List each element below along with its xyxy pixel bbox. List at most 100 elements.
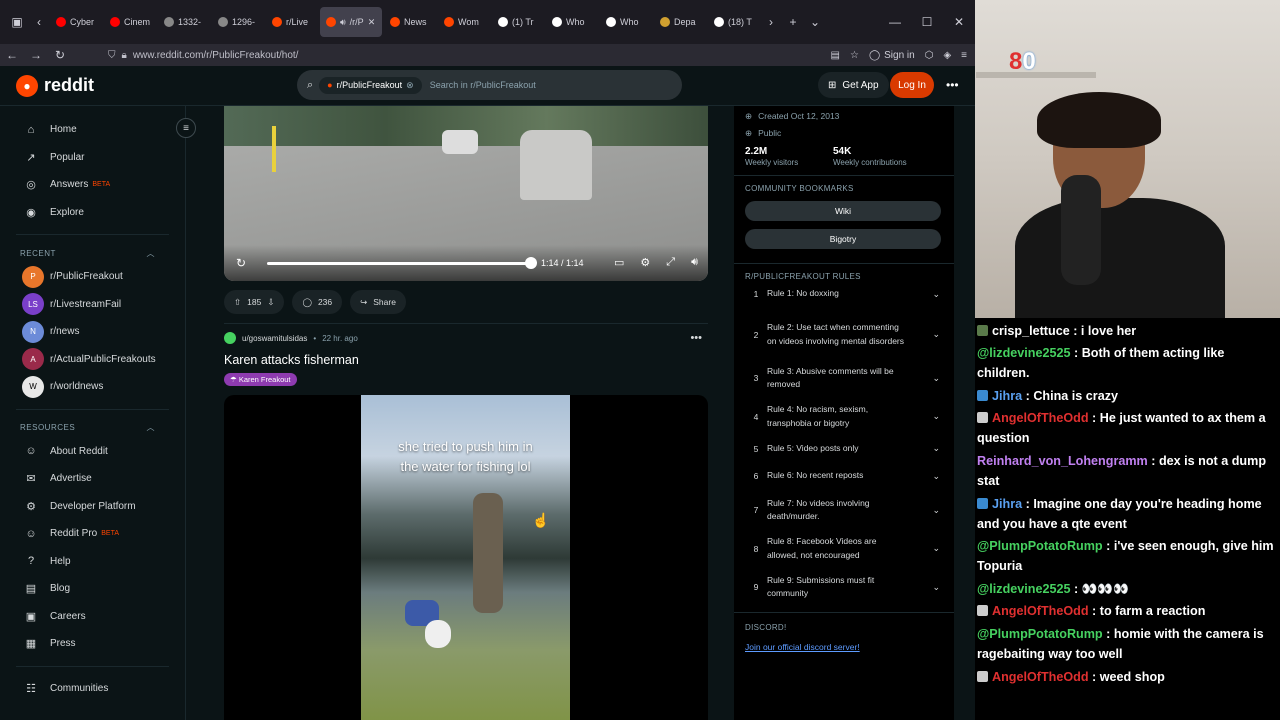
settings-icon[interactable]: ⚙: [640, 256, 650, 269]
browser-tab[interactable]: News: [384, 7, 436, 37]
fullscreen-icon[interactable]: ⤢: [666, 256, 675, 269]
rule-item[interactable]: 2 Rule 2: Use tact when commenting on vid…: [734, 315, 954, 356]
sidebar-item-resource[interactable]: ☺ Reddit Pro BETA: [0, 520, 185, 548]
browser-tab[interactable]: Who: [546, 7, 598, 37]
chat-username[interactable]: Jihra: [992, 497, 1022, 511]
chevron-down-icon[interactable]: ⌄: [932, 373, 940, 384]
clear-scope-icon[interactable]: ⊗: [406, 80, 414, 91]
recent-section-header[interactable]: RECENT ︿: [0, 243, 185, 263]
reddit-logo[interactable]: ● reddit: [16, 74, 94, 97]
menu-icon[interactable]: ≡: [961, 50, 967, 61]
maximize-icon[interactable]: ☐: [911, 15, 943, 29]
chevron-down-icon[interactable]: ⌄: [932, 471, 940, 482]
post-title[interactable]: Karen attacks fisherman: [224, 353, 708, 367]
rule-item[interactable]: 7 Rule 7: No videos involving death/murde…: [734, 497, 954, 524]
extensions-icon[interactable]: ⬡: [925, 50, 934, 61]
share-button[interactable]: ↪ Share: [350, 290, 406, 314]
close-window-icon[interactable]: ✕: [943, 15, 975, 29]
sign-in-button[interactable]: ◯ Sign in: [869, 50, 915, 61]
more-options-icon[interactable]: •••: [946, 78, 959, 92]
browser-tab[interactable]: Cyber: [50, 7, 102, 37]
sidebar-item-answers[interactable]: ◎ Answers BETA: [0, 171, 185, 199]
chat-username[interactable]: @lizdevine2525: [977, 346, 1071, 360]
chevron-down-icon[interactable]: ⌄: [932, 329, 940, 340]
browser-tab[interactable]: 1332-: [158, 7, 210, 37]
post-options-icon[interactable]: •••: [690, 332, 702, 344]
bookmark-button[interactable]: Wiki: [745, 201, 941, 221]
rule-item[interactable]: 3 Rule 3: Abusive comments will be remove…: [734, 365, 954, 392]
sidebar-item-resource[interactable]: ⚙ Developer Platform: [0, 493, 185, 521]
browser-tab[interactable]: Depa: [654, 7, 706, 37]
chevron-down-icon[interactable]: ⌄: [932, 289, 940, 300]
sidebar-item-resource[interactable]: ▣ Careers: [0, 603, 185, 631]
scroll-tabs-left-icon[interactable]: ‹: [28, 11, 50, 33]
rule-item[interactable]: 6 Rule 6: No recent reposts ⌄: [734, 469, 954, 483]
chat-username[interactable]: AngelOfTheOdd: [992, 604, 1089, 618]
browser-tab[interactable]: (1) Tr: [492, 7, 544, 37]
sidebar-item-resource[interactable]: ☺ About Reddit: [0, 438, 185, 466]
chat-username[interactable]: @PlumpPotatoRump: [977, 627, 1103, 641]
collapse-sidebar-icon[interactable]: ≡: [176, 118, 196, 138]
rule-item[interactable]: 8 Rule 8: Facebook Videos are allowed, no…: [734, 535, 954, 562]
browser-tab[interactable]: Cinem: [104, 7, 156, 37]
search-scope-chip[interactable]: ● r/PublicFreakout ⊗: [319, 76, 422, 94]
video-player[interactable]: ↻ 1:14 / 1:14 ▭ ⚙ ⤢ 🔊︎: [224, 106, 708, 281]
tab-list-icon[interactable]: ⌄: [804, 11, 826, 33]
browser-tab[interactable]: Who: [600, 7, 652, 37]
browser-tab[interactable]: Wom: [438, 7, 490, 37]
get-app-button[interactable]: ⊞ Get App: [818, 72, 889, 98]
chevron-down-icon[interactable]: ⌄: [932, 505, 940, 516]
downvote-icon[interactable]: ⇩: [267, 297, 274, 308]
sidebar-item-resource[interactable]: ▤ Blog: [0, 575, 185, 603]
sidebar-item-popular[interactable]: ↗ Popular: [0, 144, 185, 172]
new-tab-icon[interactable]: +: [782, 11, 804, 33]
sidebar-item-recent-community[interactable]: Nr/news: [0, 318, 185, 346]
chat-username[interactable]: AngelOfTheOdd: [992, 670, 1089, 684]
chat-username[interactable]: AngelOfTheOdd: [992, 411, 1089, 425]
bookmark-button[interactable]: Bigotry: [745, 229, 941, 249]
chevron-down-icon[interactable]: ⌄: [932, 582, 940, 593]
forward-icon[interactable]: →: [24, 48, 48, 62]
video-progress-track[interactable]: [267, 262, 531, 265]
chevron-down-icon[interactable]: ⌄: [932, 411, 940, 422]
login-button[interactable]: Log In: [890, 72, 934, 98]
chat-username[interactable]: Reinhard_von_Lohengramm: [977, 454, 1148, 468]
sidebar-item-recent-community[interactable]: Ar/ActualPublicFreakouts: [0, 346, 185, 374]
tab-overview-icon[interactable]: ▣: [6, 11, 28, 33]
close-tab-icon[interactable]: ✕: [368, 17, 376, 28]
avatar[interactable]: [224, 332, 236, 344]
sidebar-item-recent-community[interactable]: LS r/LivestreamFail: [0, 291, 185, 319]
chat-username[interactable]: @lizdevine2525: [977, 582, 1071, 596]
rule-item[interactable]: 4 Rule 4: No racism, sexism, transphobia …: [734, 403, 954, 430]
sidebar-item-home[interactable]: ⌂ Home: [0, 116, 185, 144]
post-flair[interactable]: ☂ Karen Freakout: [224, 373, 297, 386]
resources-section-header[interactable]: RESOURCES ︿: [0, 418, 185, 438]
addon-icon[interactable]: ◈: [943, 50, 951, 61]
chat-username[interactable]: Jihra: [992, 389, 1022, 403]
sidebar-item-resource[interactable]: ✉ Advertise: [0, 465, 185, 493]
post-media[interactable]: she tried to push him in the water for f…: [224, 395, 708, 720]
sidebar-item-resource[interactable]: ? Help: [0, 548, 185, 576]
captions-icon[interactable]: ▭: [614, 256, 624, 269]
sidebar-item-explore[interactable]: ◉ Explore: [0, 199, 185, 227]
bookmark-star-icon[interactable]: ☆: [850, 50, 859, 61]
chevron-down-icon[interactable]: ⌄: [932, 543, 940, 554]
browser-tab[interactable]: 1296-: [212, 7, 264, 37]
rule-item[interactable]: 9 Rule 9: Submissions must fit community ⌄: [734, 574, 954, 601]
sidebar-item-recent-community[interactable]: Wr/worldnews: [0, 373, 185, 401]
back-icon[interactable]: ←: [0, 48, 24, 62]
reader-view-icon[interactable]: ▤: [831, 50, 840, 61]
upvote-icon[interactable]: ⇧: [234, 297, 241, 308]
browser-tab[interactable]: 🔊︎/r/P ✕: [320, 7, 382, 37]
search-bar[interactable]: ⌕ ● r/PublicFreakout ⊗ Search in r/Publi…: [297, 70, 682, 100]
comments-button[interactable]: ◯ 236: [292, 290, 343, 314]
rule-item[interactable]: 1 Rule 1: No doxxing ⌄: [734, 287, 954, 301]
browser-tab[interactable]: (18) T: [708, 7, 760, 37]
browser-tab[interactable]: r/Live: [266, 7, 318, 37]
address-bar[interactable]: ⛉ 🔒︎ www.reddit.com/r/PublicFreakout/hot…: [108, 50, 298, 61]
scroll-tabs-right-icon[interactable]: ›: [760, 11, 782, 33]
sidebar-item-communities[interactable]: ☷ Communities: [0, 675, 185, 703]
minimize-icon[interactable]: —: [879, 15, 911, 29]
chevron-down-icon[interactable]: ⌄: [932, 443, 940, 454]
search-input[interactable]: Search in r/PublicFreakout: [430, 80, 536, 90]
